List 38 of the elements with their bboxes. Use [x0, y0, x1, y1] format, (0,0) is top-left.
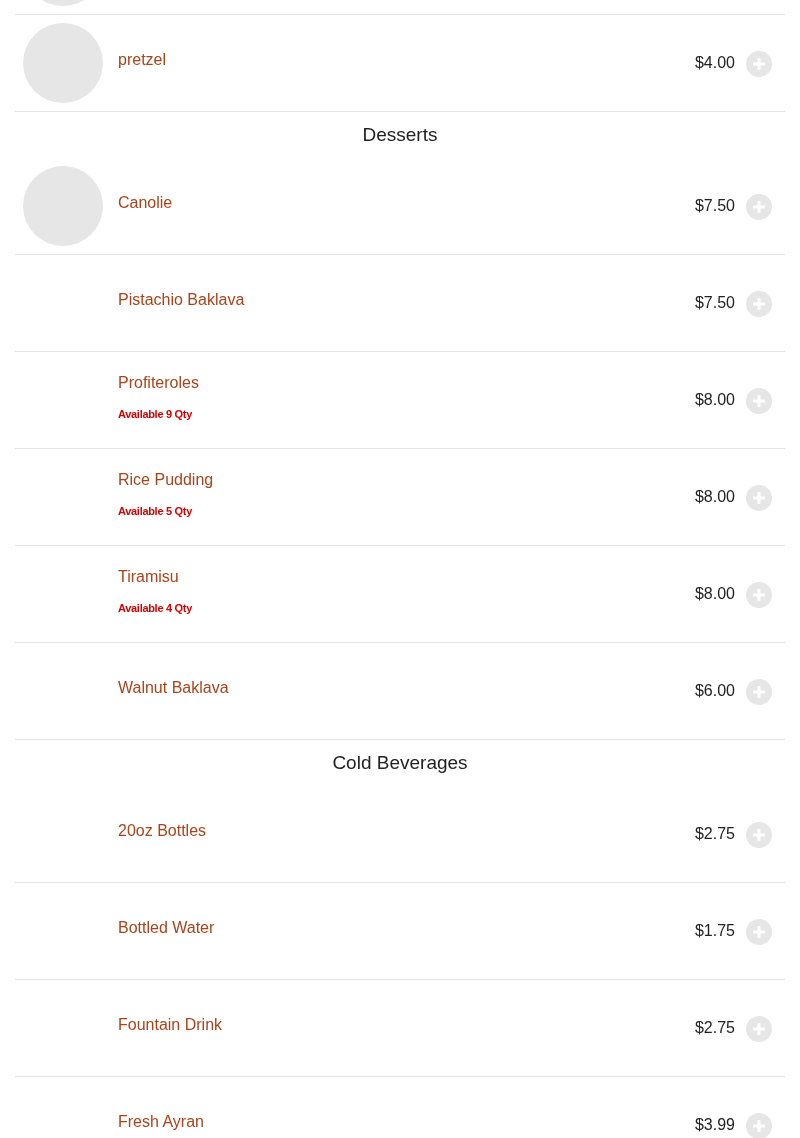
- item-name[interactable]: pretzel: [118, 50, 695, 70]
- availability-note: Available 5 Qty: [118, 504, 193, 518]
- item-name[interactable]: Canolie: [118, 193, 695, 213]
- item-price: $7.50: [694, 196, 735, 216]
- item-price: $7.50: [694, 293, 735, 313]
- item-price: $1.75: [694, 921, 735, 941]
- item-price: $8.00: [694, 584, 735, 604]
- add-icon[interactable]: [746, 291, 772, 317]
- item-price: $8.00: [694, 390, 735, 410]
- item-price: $4.00: [694, 53, 735, 73]
- item-name[interactable]: Walnut Baklava: [118, 678, 695, 698]
- add-icon[interactable]: [746, 919, 772, 945]
- item-name[interactable]: 20oz Bottles: [118, 821, 695, 841]
- item-name[interactable]: Fountain Drink: [118, 1015, 695, 1035]
- item-name[interactable]: Rice Pudding: [118, 470, 695, 490]
- item-name[interactable]: Fresh Ayran: [118, 1112, 695, 1132]
- add-icon[interactable]: [746, 582, 772, 608]
- item-price: $2.75: [694, 824, 735, 844]
- add-icon[interactable]: [746, 51, 772, 77]
- item-name[interactable]: Pistachio Baklava: [118, 290, 695, 310]
- section-title: Desserts: [362, 124, 438, 146]
- item-name[interactable]: Bottled Water: [118, 918, 695, 938]
- add-icon[interactable]: [746, 194, 772, 220]
- item-price: $3.99: [694, 1115, 735, 1135]
- add-icon[interactable]: [746, 1113, 772, 1138]
- item-price: $8.00: [694, 487, 735, 507]
- add-icon[interactable]: [746, 822, 772, 848]
- add-icon[interactable]: [746, 679, 772, 705]
- add-icon[interactable]: [746, 1016, 772, 1042]
- availability-note: Available 4 Qty: [118, 601, 193, 615]
- add-icon[interactable]: [746, 485, 772, 511]
- item-name[interactable]: Tiramisu: [118, 567, 695, 587]
- section-title: Cold Beverages: [332, 752, 468, 774]
- item-price: $2.75: [694, 1018, 735, 1038]
- item-price: $6.00: [694, 681, 735, 701]
- item-name[interactable]: Profiteroles: [118, 373, 695, 393]
- add-icon[interactable]: [746, 388, 772, 414]
- availability-note: Available 9 Qty: [118, 407, 193, 421]
